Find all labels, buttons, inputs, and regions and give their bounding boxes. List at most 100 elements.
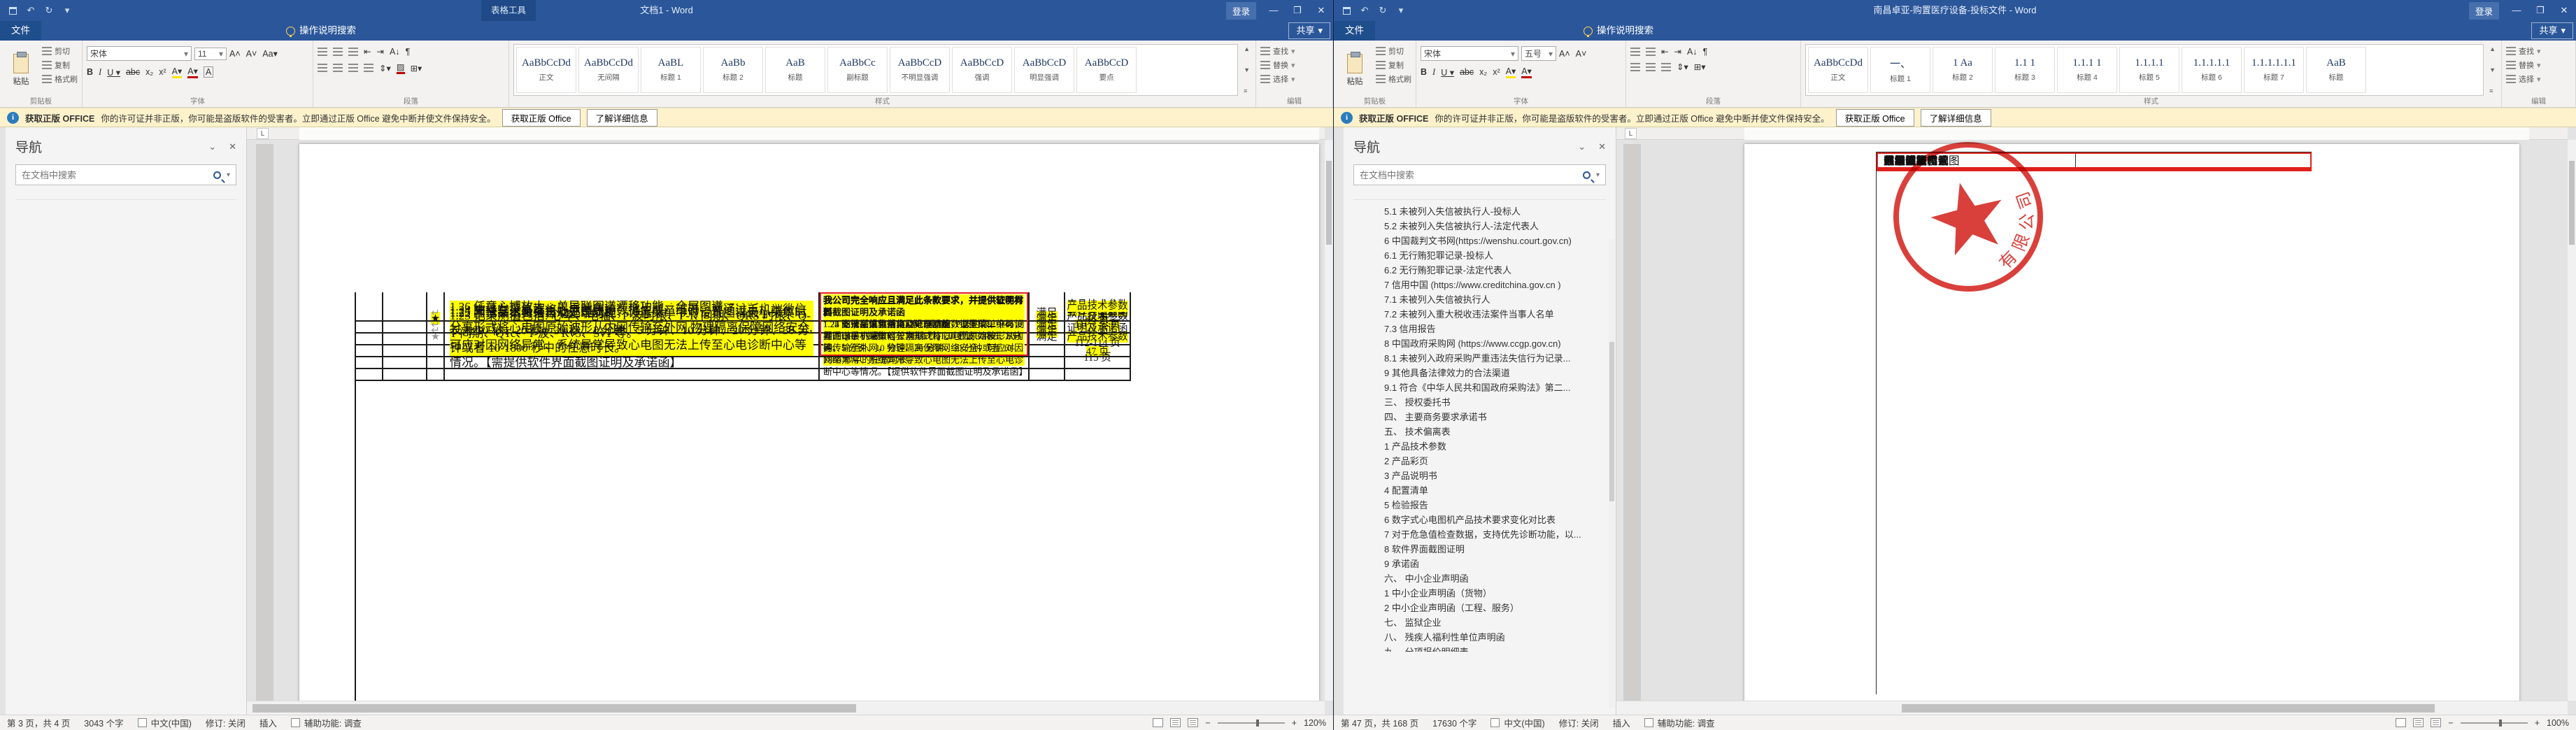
font-size-select[interactable]: 五号 ▾ bbox=[1521, 46, 1556, 61]
line-spacing-icon[interactable]: ⇕▾ bbox=[1677, 62, 1688, 72]
italic-button[interactable]: I bbox=[99, 67, 101, 78]
sign-in-button[interactable]: 登录 bbox=[1225, 1, 1256, 20]
page-ref-cell[interactable]: 产品技术参数 bbox=[1065, 292, 1131, 322]
outline-item[interactable]: 6.2 无行贿犯罪记录-法定代表人 bbox=[1349, 263, 1606, 278]
outline-item[interactable]: 8 中国政府采购网 (https://www.ccgp.gov.cn) bbox=[1349, 336, 1606, 351]
editing-item[interactable]: 替换 ▾ bbox=[2506, 59, 2541, 71]
show-marks-icon[interactable]: ¶ bbox=[1703, 47, 1708, 57]
outline-item[interactable]: 九、 分项报价明细表 bbox=[1349, 645, 1606, 652]
outline-item[interactable]: 9 承诺函 bbox=[1349, 557, 1606, 571]
language-indicator[interactable]: 中文(中国) bbox=[137, 716, 192, 729]
search-icon[interactable] bbox=[1582, 171, 1591, 179]
style-item[interactable]: AaBbCcDd 正文 bbox=[516, 47, 576, 93]
font-color-button[interactable]: A▾ bbox=[187, 66, 198, 78]
style-item[interactable]: AaBbCcDd 无间隔 bbox=[578, 47, 639, 93]
shading-icon[interactable]: ▨ bbox=[396, 62, 405, 74]
accessibility-indicator[interactable]: 辅助功能: 调查 bbox=[1644, 716, 1715, 729]
nav-options-icon[interactable]: ⌄ bbox=[1578, 141, 1586, 152]
outline-item[interactable]: 5.2 未被列入失信被执行人-法定代表人 bbox=[1349, 219, 1606, 234]
increase-indent-icon[interactable]: ⇥ bbox=[1674, 46, 1681, 57]
nav-options-icon[interactable]: ⌄ bbox=[208, 141, 216, 152]
tell-me-search[interactable]: 操作说明搜索 bbox=[278, 21, 364, 41]
outline-item[interactable]: 七、 监狱企业 bbox=[1349, 615, 1606, 630]
share-button[interactable]: 共享 ▾ bbox=[1288, 22, 1330, 39]
outline-item[interactable]: 8.1 未被列入政府采购严重违法失信行为记录... bbox=[1349, 351, 1606, 366]
nav-close-icon[interactable]: ✕ bbox=[1598, 141, 1606, 152]
outline-item[interactable]: 8 软件界面截图证明 bbox=[1349, 542, 1606, 557]
tell-me-search[interactable]: 操作说明搜索 bbox=[1575, 21, 1662, 41]
outline-item[interactable]: 6 中国裁判文书网(https://wenshu.court.gov.cn) bbox=[1349, 234, 1606, 248]
sort-icon[interactable]: A↓ bbox=[1687, 47, 1698, 57]
document-page[interactable]: ↵ 1.20 支持消息实时提醒功能，如危急报告提醒、诊断退回提醒、导联纠错提醒、… bbox=[299, 144, 1319, 701]
word-count[interactable]: 3043 个字 bbox=[84, 716, 123, 729]
spec-value-cell[interactable] bbox=[2076, 152, 2312, 169]
word-count[interactable]: 17630 个字 bbox=[1432, 716, 1476, 729]
style-item[interactable]: 1.1.1.1.1.1 标题 7 bbox=[2244, 47, 2304, 93]
font-name-select[interactable]: 宋体 ▾ bbox=[87, 46, 192, 61]
restore-icon[interactable]: ❐ bbox=[1286, 0, 1309, 21]
editing-item[interactable]: 选择 ▾ bbox=[2506, 73, 2541, 85]
spec-label-cell[interactable]: 临床信息完善 bbox=[1877, 152, 2076, 169]
outline-item[interactable]: 5.1 未被列入失信被执行人-投标人 bbox=[1349, 204, 1606, 219]
outline-item[interactable]: 2 产品彩页 bbox=[1349, 454, 1606, 468]
borders-icon[interactable]: ⊞▾ bbox=[411, 63, 422, 73]
title-bar[interactable]: ↶ ↻ ▾ 南昌卓亚-购置医疗设备-投标文件 - Word 登录 — ❐ ✕ bbox=[1334, 0, 2576, 21]
vertical-scrollbar[interactable] bbox=[2568, 140, 2576, 701]
outline-item[interactable]: 6 数字式心电图机产品技术要求变化对比表 bbox=[1349, 513, 1606, 527]
clipboard-item[interactable]: 格式刷 bbox=[1376, 73, 1411, 85]
track-changes-indicator[interactable]: 修订: 关闭 bbox=[1559, 716, 1599, 729]
outline-item[interactable]: 四、 主要商务要求承诺书 bbox=[1349, 410, 1606, 424]
align-left-icon[interactable] bbox=[1630, 62, 1640, 71]
align-right-icon[interactable] bbox=[1661, 62, 1671, 71]
web-layout-icon[interactable] bbox=[1188, 718, 1199, 727]
tab-file[interactable]: 文件 bbox=[0, 21, 41, 41]
bold-button[interactable]: B bbox=[1421, 67, 1427, 77]
italic-button[interactable]: I bbox=[1432, 67, 1435, 78]
styles-gallery-scroll[interactable]: ▲ ▼ ≡ bbox=[2488, 44, 2497, 96]
text-highlight-button[interactable]: A▾ bbox=[1505, 66, 1516, 78]
editing-item[interactable]: 查找 ▾ bbox=[2506, 45, 2541, 57]
search-dropdown-icon[interactable]: ▾ bbox=[1596, 171, 1600, 179]
restore-icon[interactable]: ❐ bbox=[2528, 0, 2552, 21]
superscript-button[interactable]: x² bbox=[1493, 67, 1500, 77]
font-size-select[interactable]: 11 ▾ bbox=[194, 47, 227, 60]
style-item[interactable]: AaBb 标题 2 bbox=[703, 47, 763, 93]
close-icon[interactable]: ✕ bbox=[2552, 0, 2576, 21]
nav-search-input[interactable] bbox=[22, 169, 208, 180]
editing-item[interactable]: 查找 ▾ bbox=[1260, 45, 1295, 57]
horizontal-scrollbar[interactable] bbox=[1616, 701, 2568, 715]
align-center-icon[interactable] bbox=[333, 64, 343, 72]
get-genuine-office-button[interactable]: 获取正版 Office bbox=[501, 108, 581, 127]
style-item[interactable]: AaBbCc 副标题 bbox=[827, 47, 888, 93]
outline-item[interactable]: 五、 技术偏离表 bbox=[1349, 424, 1606, 439]
strikethrough-button[interactable]: abc bbox=[126, 67, 140, 77]
outline-item[interactable]: 3 产品说明书 bbox=[1349, 468, 1606, 483]
outline-item[interactable]: 1 产品技术参数 bbox=[1349, 439, 1606, 454]
show-marks-icon[interactable]: ¶ bbox=[406, 47, 411, 57]
clipboard-item[interactable]: 复制 bbox=[1376, 59, 1411, 71]
read-mode-icon[interactable] bbox=[1153, 718, 1164, 727]
clipboard-item[interactable]: 剪切 bbox=[1376, 45, 1411, 57]
shrink-font-icon[interactable]: A˅ bbox=[1576, 49, 1587, 59]
grow-font-icon[interactable]: A˄ bbox=[229, 49, 241, 59]
requirement-cell[interactable]: 1.26 任意心搏放大、单导联图谱漂移功能、全屏图谱 bbox=[445, 292, 820, 322]
style-item[interactable]: AaBL 标题 1 bbox=[641, 47, 701, 93]
outline-item[interactable]: 6.1 无行贿犯罪记录-投标人 bbox=[1349, 248, 1606, 263]
style-item[interactable]: AaBbCcD 明显强调 bbox=[1014, 47, 1074, 93]
web-layout-icon[interactable] bbox=[2431, 718, 2442, 727]
decrease-indent-icon[interactable]: ⇤ bbox=[1661, 46, 1668, 57]
search-icon[interactable] bbox=[213, 171, 221, 179]
outline-item[interactable]: 六、 中小企业声明函 bbox=[1349, 571, 1606, 586]
print-layout-icon[interactable] bbox=[2413, 718, 2424, 727]
response-cell[interactable]: 我公司完全响应且满足此条款要求，并提供证明材料 bbox=[820, 292, 1030, 322]
style-item[interactable]: AaB 标题 bbox=[2306, 47, 2366, 93]
line-spacing-icon[interactable]: ⇕▾ bbox=[379, 63, 391, 73]
strikethrough-button[interactable]: abc bbox=[1460, 67, 1474, 77]
underline-button[interactable]: U ▾ bbox=[107, 67, 120, 78]
zoom-level[interactable]: 100% bbox=[2547, 718, 2569, 728]
close-icon[interactable]: ✕ bbox=[1309, 0, 1333, 21]
clipboard-item[interactable]: 复制 bbox=[42, 59, 78, 71]
outline-item[interactable]: 9 其他具备法律效力的合法渠道 bbox=[1349, 366, 1606, 380]
bullets-icon[interactable] bbox=[318, 47, 327, 56]
horizontal-scrollbar[interactable] bbox=[247, 701, 1325, 715]
